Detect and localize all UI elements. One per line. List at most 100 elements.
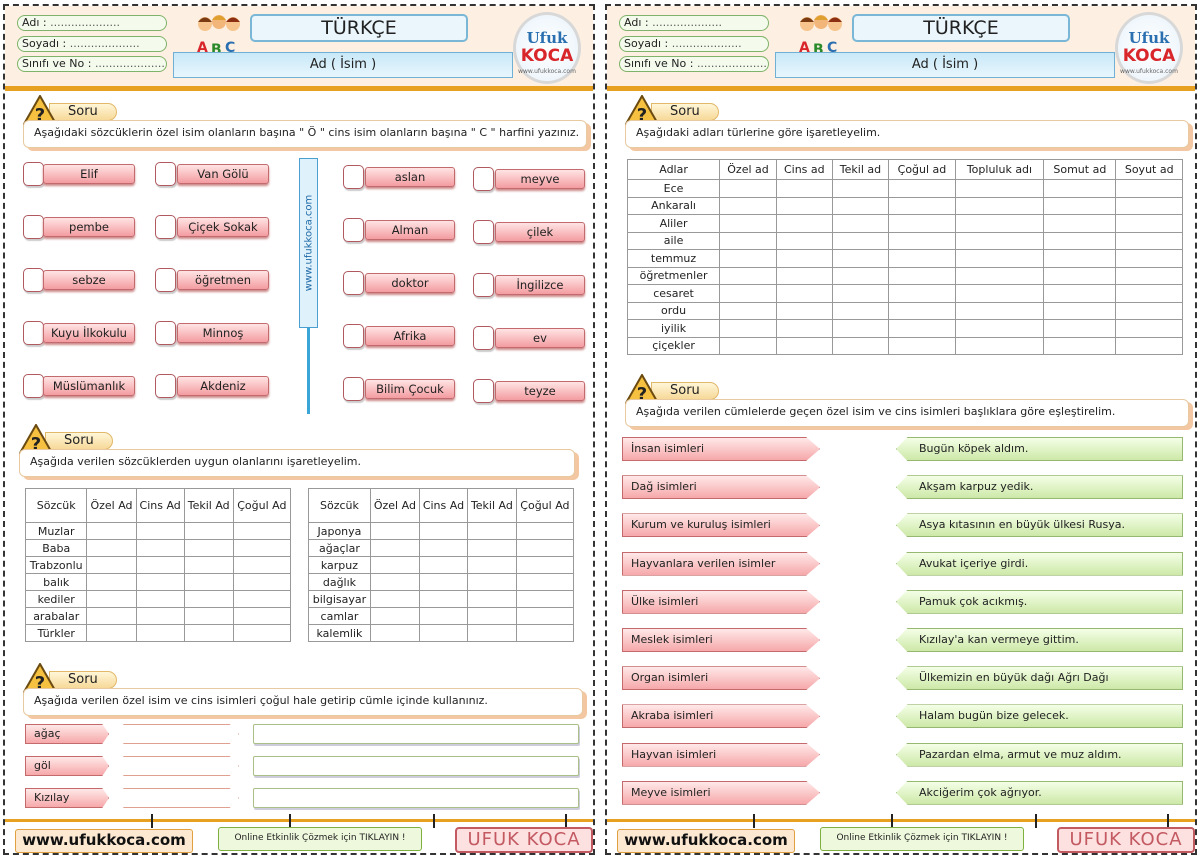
answer-cell[interactable] <box>954 336 1045 355</box>
answer-cell[interactable] <box>135 624 185 642</box>
answer-cell[interactable] <box>466 573 517 591</box>
answer-cell[interactable] <box>1115 336 1183 355</box>
answer-cell[interactable] <box>1115 214 1183 233</box>
answer-cell[interactable] <box>232 573 292 591</box>
plural-answer-box[interactable] <box>123 724 239 744</box>
answer-box[interactable] <box>23 162 44 186</box>
answer-cell[interactable] <box>466 607 517 625</box>
answer-cell[interactable] <box>888 249 956 268</box>
answer-cell[interactable] <box>369 556 420 574</box>
answer-cell[interactable] <box>369 607 420 625</box>
answer-cell[interactable] <box>135 590 185 608</box>
answer-cell[interactable] <box>369 624 420 642</box>
answer-cell[interactable] <box>775 336 833 355</box>
answer-box[interactable] <box>155 268 176 292</box>
answer-box[interactable] <box>343 165 364 189</box>
answer-cell[interactable] <box>954 301 1045 320</box>
answer-cell[interactable] <box>418 539 468 557</box>
answer-cell[interactable] <box>1043 266 1117 285</box>
answer-cell[interactable] <box>135 522 185 540</box>
answer-box[interactable] <box>473 167 494 191</box>
answer-box[interactable] <box>23 268 44 292</box>
answer-cell[interactable] <box>954 214 1045 233</box>
answer-cell[interactable] <box>954 284 1045 303</box>
answer-cell[interactable] <box>86 573 137 591</box>
answer-cell[interactable] <box>888 196 956 215</box>
answer-cell[interactable] <box>418 607 468 625</box>
answer-cell[interactable] <box>1043 319 1117 338</box>
answer-cell[interactable] <box>888 266 956 285</box>
answer-cell[interactable] <box>719 196 777 215</box>
answer-cell[interactable] <box>466 624 517 642</box>
answer-cell[interactable] <box>135 607 185 625</box>
answer-cell[interactable] <box>1115 196 1183 215</box>
answer-cell[interactable] <box>719 284 777 303</box>
plural-answer-box[interactable] <box>123 788 239 808</box>
answer-cell[interactable] <box>232 522 292 540</box>
answer-cell[interactable] <box>831 336 890 355</box>
answer-box[interactable] <box>473 220 494 244</box>
answer-cell[interactable] <box>232 539 292 557</box>
answer-cell[interactable] <box>418 624 468 642</box>
answer-cell[interactable] <box>232 590 292 608</box>
answer-cell[interactable] <box>719 249 777 268</box>
answer-cell[interactable] <box>86 539 137 557</box>
answer-cell[interactable] <box>135 556 185 574</box>
answer-cell[interactable] <box>1043 196 1117 215</box>
answer-cell[interactable] <box>515 573 575 591</box>
answer-cell[interactable] <box>1043 249 1117 268</box>
answer-cell[interactable] <box>719 301 777 320</box>
answer-box[interactable] <box>473 273 494 297</box>
answer-box[interactable] <box>23 215 44 239</box>
answer-cell[interactable] <box>775 231 833 250</box>
answer-cell[interactable] <box>515 539 575 557</box>
answer-cell[interactable] <box>888 231 956 250</box>
answer-cell[interactable] <box>1043 284 1117 303</box>
answer-cell[interactable] <box>719 179 777 198</box>
answer-cell[interactable] <box>719 231 777 250</box>
answer-cell[interactable] <box>183 590 234 608</box>
answer-box[interactable] <box>155 374 176 398</box>
answer-cell[interactable] <box>183 556 234 574</box>
answer-cell[interactable] <box>831 214 890 233</box>
answer-cell[interactable] <box>369 522 420 540</box>
answer-cell[interactable] <box>719 336 777 355</box>
name-field[interactable]: Adı : .................... <box>17 15 167 31</box>
answer-cell[interactable] <box>515 522 575 540</box>
answer-cell[interactable] <box>775 214 833 233</box>
answer-cell[interactable] <box>135 539 185 557</box>
answer-cell[interactable] <box>775 179 833 198</box>
answer-cell[interactable] <box>515 556 575 574</box>
answer-cell[interactable] <box>954 319 1045 338</box>
answer-cell[interactable] <box>831 266 890 285</box>
answer-cell[interactable] <box>775 284 833 303</box>
answer-cell[interactable] <box>1115 284 1183 303</box>
answer-cell[interactable] <box>86 522 137 540</box>
answer-cell[interactable] <box>183 539 234 557</box>
answer-box[interactable] <box>155 162 176 186</box>
answer-cell[interactable] <box>888 284 956 303</box>
answer-box[interactable] <box>23 321 44 345</box>
answer-cell[interactable] <box>954 266 1045 285</box>
answer-cell[interactable] <box>515 590 575 608</box>
answer-cell[interactable] <box>888 214 956 233</box>
answer-cell[interactable] <box>831 179 890 198</box>
answer-cell[interactable] <box>888 301 956 320</box>
answer-cell[interactable] <box>183 522 234 540</box>
answer-cell[interactable] <box>775 249 833 268</box>
answer-cell[interactable] <box>831 301 890 320</box>
sentence-answer-line[interactable] <box>253 724 579 744</box>
answer-cell[interactable] <box>369 573 420 591</box>
answer-cell[interactable] <box>831 196 890 215</box>
answer-cell[interactable] <box>86 590 137 608</box>
surname-field[interactable]: Soyadı : .................... <box>17 36 167 52</box>
answer-cell[interactable] <box>1043 336 1117 355</box>
answer-cell[interactable] <box>232 624 292 642</box>
answer-cell[interactable] <box>1043 231 1117 250</box>
online-activity-button[interactable]: Online Etkinlik Çözmek için TIKLAYIN ! <box>820 827 1024 851</box>
answer-cell[interactable] <box>183 624 234 642</box>
answer-box[interactable] <box>23 374 44 398</box>
answer-box[interactable] <box>343 271 364 295</box>
answer-cell[interactable] <box>418 590 468 608</box>
answer-cell[interactable] <box>775 266 833 285</box>
